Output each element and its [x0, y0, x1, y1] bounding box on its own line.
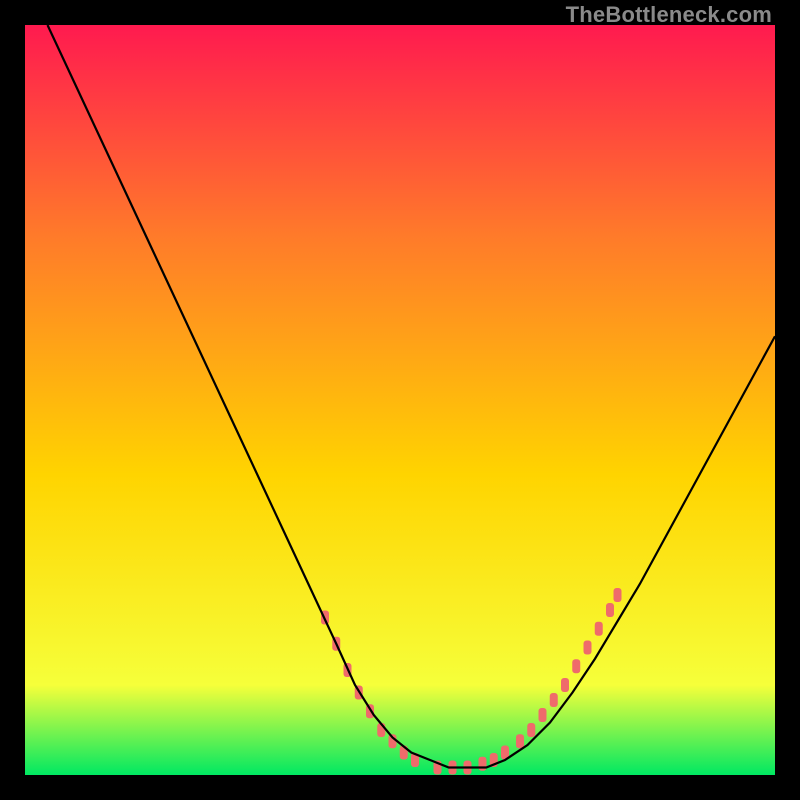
- gradient-background: [25, 25, 775, 775]
- curve-marker: [527, 723, 535, 737]
- chart-frame: [25, 25, 775, 775]
- curve-marker: [606, 603, 614, 617]
- curve-marker: [479, 757, 487, 771]
- watermark-text: TheBottleneck.com: [566, 2, 772, 28]
- curve-marker: [539, 708, 547, 722]
- curve-marker: [584, 641, 592, 655]
- curve-marker: [550, 693, 558, 707]
- bottleneck-chart: [25, 25, 775, 775]
- curve-marker: [516, 734, 524, 748]
- curve-marker: [561, 678, 569, 692]
- curve-marker: [614, 588, 622, 602]
- curve-marker: [595, 622, 603, 636]
- curve-marker: [572, 659, 580, 673]
